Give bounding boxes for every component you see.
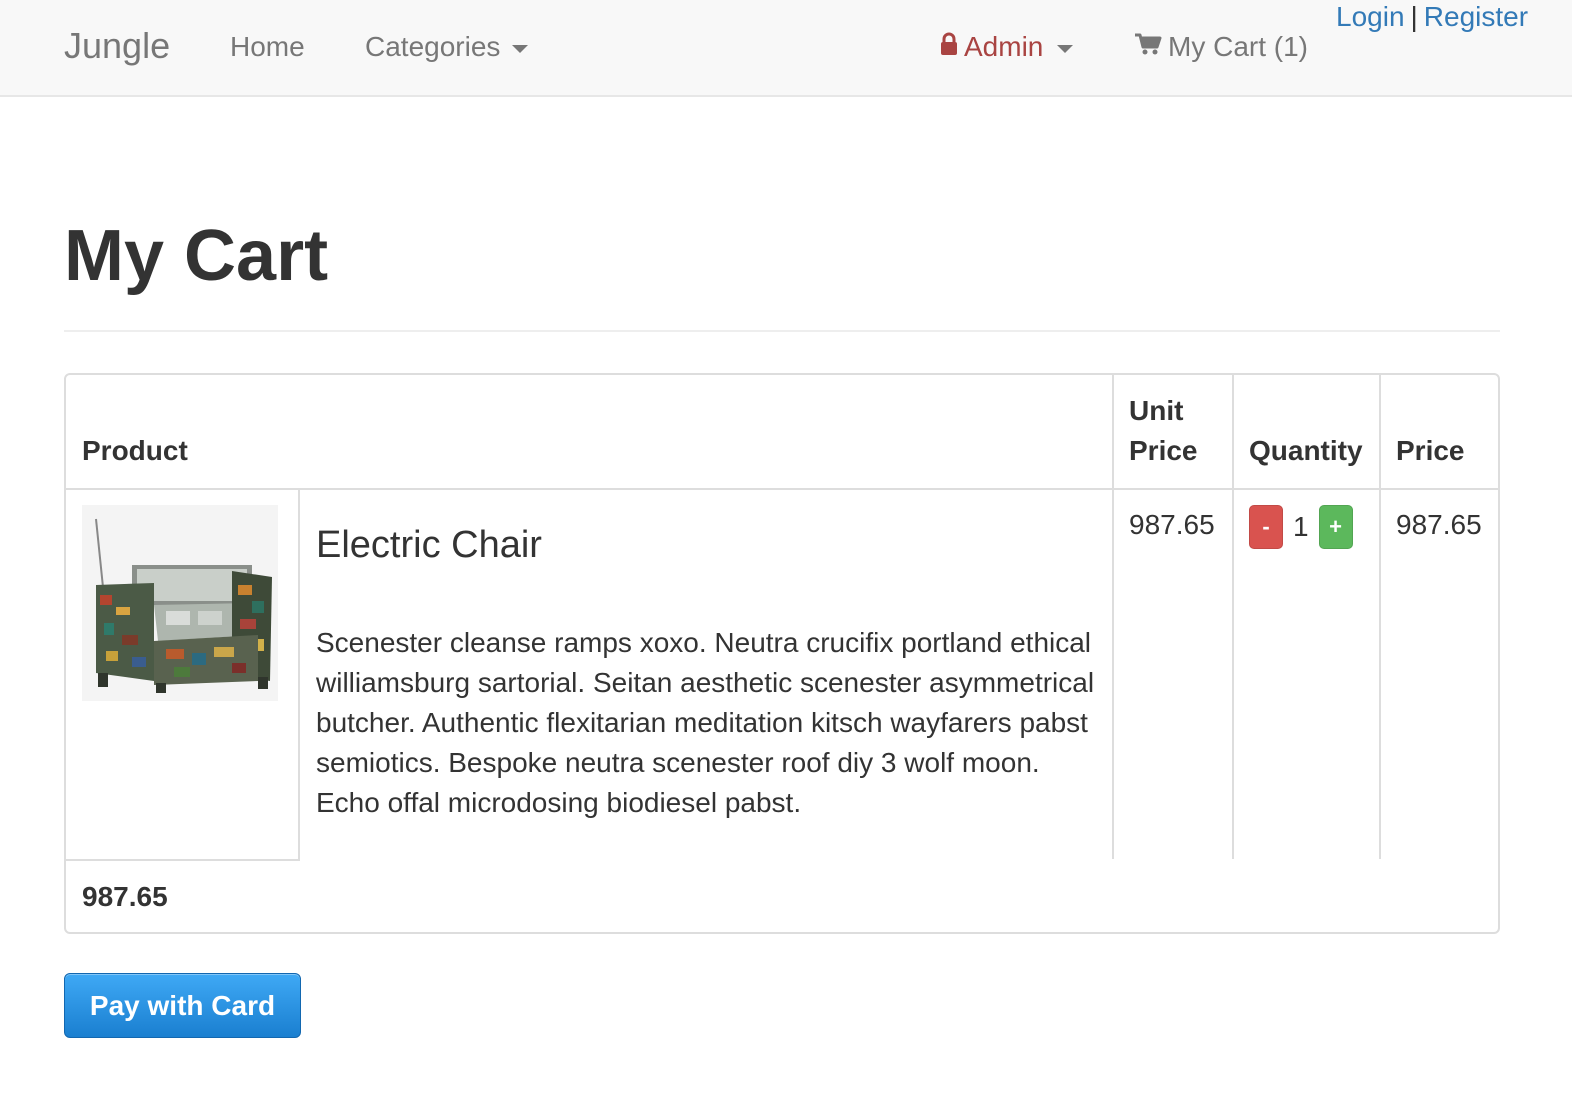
header-product: Product [82,435,188,466]
header-quantity: Quantity [1249,435,1363,466]
column-divider [1112,375,1114,859]
product-name[interactable]: Electric Chair [316,521,542,569]
cart-table: Product Unit Price Quantity Price Electr… [64,373,1500,934]
nav-cart-label: My Cart (1) [1168,31,1308,62]
decrease-quantity-button[interactable]: - [1249,505,1283,549]
chevron-down-icon [1057,45,1074,53]
nav-categories-label: Categories [365,31,501,62]
navbar: Jungle Home Categories Admin My Cart (1)… [0,0,1572,97]
auth-separator: | [1410,1,1418,32]
shopping-cart-icon [1134,28,1162,66]
nav-cart-link[interactable]: My Cart (1) [1134,28,1308,66]
page-title: My Cart [64,216,329,296]
column-divider [1379,375,1381,859]
brand-logo[interactable]: Jungle [64,24,170,68]
nav-admin-label: Admin [964,31,1044,62]
unit-price-cell: 987.65 [1129,509,1215,540]
register-link[interactable]: Register [1424,1,1528,32]
page-divider [64,330,1500,332]
auth-links: Login | Register [1336,0,1528,34]
cart-total: 987.65 [82,881,168,912]
lock-icon [940,28,958,66]
pay-with-card-button[interactable]: Pay with Card [64,973,301,1038]
price-cell: 987.65 [1396,509,1482,540]
nav-home-link[interactable]: Home [230,28,305,66]
nav-admin-dropdown[interactable]: Admin [940,28,1074,66]
quantity-value: 1 [1293,511,1309,542]
header-unit-price-line1: Unit [1129,395,1184,426]
quantity-stepper: - 1 + [1249,505,1353,549]
login-link[interactable]: Login [1336,1,1405,32]
product-description: Scenester cleanse ramps xoxo. Neutra cru… [316,627,1095,818]
header-unit-price-line2: Price [1129,435,1198,466]
product-image [82,505,278,701]
column-divider [298,488,300,859]
increase-quantity-button[interactable]: + [1318,505,1353,549]
column-divider [1232,375,1234,859]
row-divider [66,859,300,861]
nav-categories-dropdown[interactable]: Categories [365,28,529,66]
header-divider [66,488,1498,490]
chevron-down-icon [512,45,529,53]
header-price: Price [1396,435,1465,466]
